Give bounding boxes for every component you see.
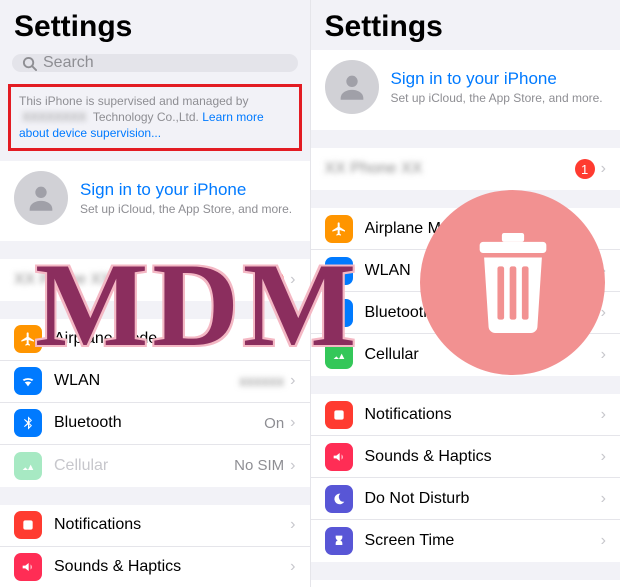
airplane-icon <box>14 325 42 353</box>
chevron-right-icon: › <box>290 558 295 576</box>
signin-subtitle: Set up iCloud, the App Store, and more. <box>391 91 603 105</box>
chevron-right-icon: › <box>601 346 606 364</box>
search-input[interactable]: Search <box>12 54 298 72</box>
signin-row[interactable]: Sign in to your iPhone Set up iCloud, th… <box>0 161 310 241</box>
row-general[interactable]: General › <box>311 580 620 587</box>
dnd-icon <box>325 485 353 513</box>
row-airplane[interactable]: Airplane Mode <box>311 208 620 250</box>
row-cellular[interactable]: Cellular No SIM › <box>0 445 310 487</box>
search-placeholder: Search <box>43 54 94 72</box>
page-title: Settings <box>0 0 310 50</box>
row-sounds[interactable]: Sounds & Haptics › <box>0 547 310 587</box>
notifications-icon <box>325 401 353 429</box>
screentime-icon <box>325 527 353 555</box>
row-wlan[interactable]: WLAN › <box>311 250 620 292</box>
chevron-right-icon: › <box>290 414 295 432</box>
notifications-icon <box>14 511 42 539</box>
airplane-icon <box>325 215 353 243</box>
badge: 1 <box>575 159 595 179</box>
bluetooth-icon <box>14 409 42 437</box>
row-dnd[interactable]: Do Not Disturb › <box>311 478 620 520</box>
avatar <box>325 60 379 114</box>
chevron-right-icon: › <box>601 304 606 322</box>
row-cellular[interactable]: Cellular › <box>311 334 620 376</box>
row-bluetooth[interactable]: Bluetooth › <box>311 292 620 334</box>
cellular-icon <box>14 452 42 480</box>
blurred-row[interactable]: XX Phone XX 1 › <box>311 148 620 190</box>
bluetooth-icon <box>325 299 353 327</box>
cellular-icon <box>325 341 353 369</box>
search-icon <box>22 56 37 71</box>
row-notifications[interactable]: Notifications › <box>311 394 620 436</box>
row-notifications[interactable]: Notifications › <box>0 505 310 547</box>
chevron-right-icon: › <box>601 532 606 550</box>
supervision-notice: This iPhone is supervised and managed by… <box>8 84 302 151</box>
signin-title: Sign in to your iPhone <box>80 180 292 200</box>
chevron-right-icon: › <box>601 160 606 178</box>
row-wlan[interactable]: WLAN xxxxxx › <box>0 361 310 403</box>
chevron-right-icon: › <box>601 406 606 424</box>
chevron-right-icon: › <box>601 448 606 466</box>
sounds-icon <box>14 553 42 581</box>
left-panel: Settings Search This iPhone is supervise… <box>0 0 310 587</box>
row-bluetooth[interactable]: Bluetooth On › <box>0 403 310 445</box>
chevron-right-icon: › <box>290 372 295 390</box>
chevron-right-icon: › <box>601 262 606 280</box>
page-title: Settings <box>311 0 620 50</box>
blurred-row[interactable]: XX Phone XX 1 › <box>0 259 310 301</box>
chevron-right-icon: › <box>601 490 606 508</box>
wifi-icon <box>325 257 353 285</box>
row-sounds[interactable]: Sounds & Haptics › <box>311 436 620 478</box>
signin-title: Sign in to your iPhone <box>391 69 603 89</box>
signin-row[interactable]: Sign in to your iPhone Set up iCloud, th… <box>311 50 620 130</box>
chevron-right-icon: › <box>290 271 295 289</box>
avatar <box>14 171 68 225</box>
right-panel: Settings Sign in to your iPhone Set up i… <box>310 0 620 587</box>
sounds-icon <box>325 443 353 471</box>
badge: 1 <box>264 270 284 290</box>
chevron-right-icon: › <box>290 457 295 475</box>
signin-subtitle: Set up iCloud, the App Store, and more. <box>80 202 292 216</box>
row-airplane[interactable]: Airplane Mode <box>0 319 310 361</box>
chevron-right-icon: › <box>290 516 295 534</box>
wifi-icon <box>14 367 42 395</box>
row-screentime[interactable]: Screen Time › <box>311 520 620 562</box>
